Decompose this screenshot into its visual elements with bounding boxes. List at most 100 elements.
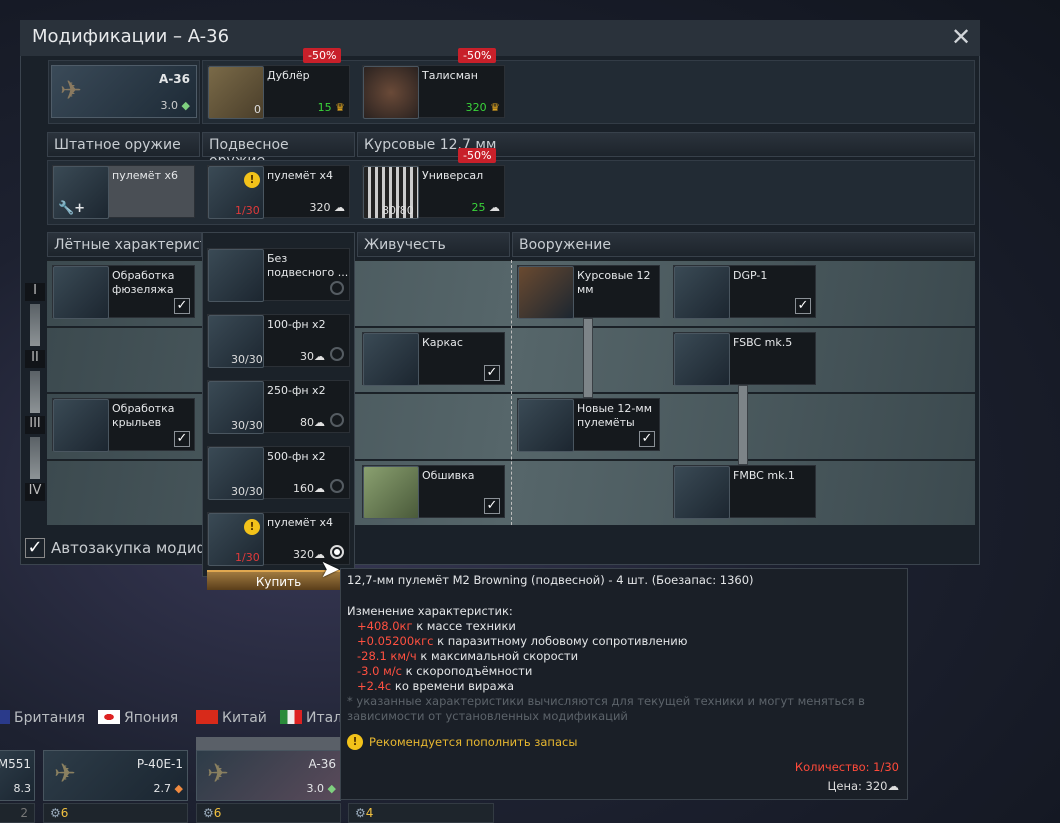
radio-icon <box>330 413 344 427</box>
header-ammo: Курсовые 12.7 мм <box>357 132 975 157</box>
crew-slot[interactable]: ⚙6 <box>43 803 188 823</box>
plane-icon: ✈ <box>60 76 82 106</box>
vehicle-name: A-36 <box>159 72 190 86</box>
checkbox-icon: ✓ <box>174 431 190 447</box>
dependency-arrow <box>738 385 748 465</box>
weapon-card-ammo[interactable]: 80/80 Универсал 25 ☁ <box>362 165 505 219</box>
mod-fsbc[interactable]: FSBC mk.5 <box>673 332 816 386</box>
tier-arrow <box>30 304 40 346</box>
nation-tab-italy[interactable]: Итал <box>280 710 342 726</box>
weapon-card-primary[interactable]: 🔧+ пулемёт x6 <box>52 165 195 219</box>
option-500lb[interactable]: 30/30 500-фн x2 160☁ <box>207 446 350 500</box>
vehicle-slot-a36[interactable]: ✈ A-36 3.0 ◆ <box>196 750 341 801</box>
discount-badge: -50% <box>458 48 497 63</box>
mod-fmbc[interactable]: FMBC mk.1 <box>673 465 816 519</box>
crew-slot[interactable]: 2 <box>0 803 35 823</box>
vehicle-card[interactable]: ✈ A-36 3.0 ◆ <box>51 65 197 118</box>
selected-indicator <box>196 737 341 750</box>
bomb-icon: 30/30 <box>208 447 264 500</box>
checkbox-icon: ✓ <box>795 298 811 314</box>
wing-icon <box>53 399 109 452</box>
changes-list: +408.0кг к массе техники +0.05200кгс к п… <box>347 619 901 694</box>
ammo-belt-icon <box>518 266 574 319</box>
close-icon[interactable]: ✕ <box>948 24 974 50</box>
checkbox-icon: ✓ <box>639 431 655 447</box>
machine-gun-icon <box>518 399 574 452</box>
change-item: +408.0кг к массе техники <box>357 619 516 633</box>
flag-icon <box>280 710 302 724</box>
tier-arrow <box>30 437 40 479</box>
bomb-icon: 30/30 <box>208 315 264 368</box>
price: 320 ♛ <box>465 101 500 114</box>
mod-wings[interactable]: Обработка крыльев ✓ <box>52 398 195 452</box>
header-primary-weapons: Штатное оружие <box>47 132 200 157</box>
crew-gear-icon: ⚙ <box>203 806 214 820</box>
tier-label: I <box>25 283 45 301</box>
mod-course-12mm[interactable]: Курсовые 12 мм <box>517 265 660 319</box>
gun-pod-icon <box>674 266 730 319</box>
flag-icon <box>98 710 120 724</box>
radio-icon <box>330 347 344 361</box>
flag-icon <box>0 710 10 724</box>
mod-fuselage[interactable]: Обработка фюзеляжа ✓ <box>52 265 195 319</box>
bomb-icon <box>674 466 730 519</box>
column-divider <box>511 260 512 525</box>
mod-frame[interactable]: Каркас ✓ <box>362 332 505 386</box>
gun-pod-icon: ! 1/30 <box>208 166 264 219</box>
nation-tab-china[interactable]: Китай <box>196 710 267 726</box>
dependency-arrow <box>583 318 593 398</box>
price: Цена: 320☁ <box>827 779 899 793</box>
vehicle-br: 3.0 ◆ <box>160 99 190 112</box>
price: 15 ♛ <box>317 101 345 114</box>
header-armament: Вооружение <box>512 232 975 257</box>
tier-label: II <box>25 350 45 368</box>
tier-label: IV <box>25 483 45 501</box>
checkbox-icon: ✓ <box>174 298 190 314</box>
warning-line: ! Рекомендуется пополнить запасы <box>347 734 901 750</box>
flag-icon <box>196 710 218 724</box>
crew-slot[interactable]: ⚙6 <box>196 803 341 823</box>
plane-icon: ✈ <box>207 759 229 789</box>
discount-badge: -50% <box>303 48 342 63</box>
option-100lb[interactable]: 30/30 100-фн x2 30☁ <box>207 314 350 368</box>
weapon-card-secondary[interactable]: ! 1/30 пулемёт x4 320 ☁ <box>207 165 350 219</box>
bomb-icon <box>674 333 730 386</box>
tooltip-note: * указанные характеристики вычисляются д… <box>347 694 865 723</box>
frame-icon <box>363 333 419 386</box>
autobuy-checkbox[interactable]: ✓ Автозакупка модифи <box>25 538 219 558</box>
mod-skin[interactable]: Обшивка ✓ <box>362 465 505 519</box>
machine-gun-icon: 🔧+ <box>53 166 109 219</box>
price: 25 ☁ <box>471 201 501 214</box>
window-title: Модификации – A-36 <box>32 26 230 47</box>
quantity: Количество: 1/30 <box>794 760 899 774</box>
fuselage-icon <box>53 266 109 319</box>
item-card-dubler[interactable]: Дублёр 0 15 ♛ <box>207 65 350 119</box>
crew-slot[interactable]: ⚙4 <box>348 803 494 823</box>
radio-icon <box>330 281 344 295</box>
cursor-icon: ➤ <box>320 555 341 583</box>
mod-new-12mm[interactable]: Новые 12-мм пулемёты ✓ <box>517 398 660 452</box>
change-item: -3.0 м/с к скороподъёмности <box>357 664 533 678</box>
checkbox-icon: ✓ <box>25 538 45 558</box>
nation-tab-japan[interactable]: Япония <box>98 710 178 726</box>
tier-arrow <box>30 371 40 413</box>
vehicle-slot-m551[interactable]: M551 8.3 <box>0 750 35 801</box>
checkbox-icon: ✓ <box>484 365 500 381</box>
changes-heading: Изменение характеристик: <box>347 604 513 618</box>
mod-dgp1[interactable]: DGP-1 ✓ <box>673 265 816 319</box>
crew-gear-icon: ⚙ <box>50 806 61 820</box>
price: 320 ☁ <box>309 201 346 214</box>
wrench-plus-icon: 🔧+ <box>58 201 86 216</box>
radio-icon <box>330 479 344 493</box>
crew-gear-icon: ⚙ <box>355 806 366 820</box>
option-no-payload[interactable]: Без подвесного ... <box>207 248 350 302</box>
tooltip-title: 12,7-мм пулемёт M2 Browning (подвесной) … <box>347 573 754 587</box>
tier-label: III <box>25 416 45 434</box>
option-250lb[interactable]: 30/30 250-фн x2 80☁ <box>207 380 350 434</box>
nation-tab-britain[interactable]: Британия <box>0 710 85 726</box>
change-item: -28.1 км/ч к максимальной скорости <box>357 649 579 663</box>
bullets-icon: 80/80 <box>363 166 419 219</box>
vehicle-slot-p40e1[interactable]: ✈ P-40E-1 2.7 ◆ <box>43 750 188 801</box>
plane-icon: ✈ <box>54 759 76 789</box>
item-card-talisman[interactable]: Талисман 320 ♛ <box>362 65 505 119</box>
